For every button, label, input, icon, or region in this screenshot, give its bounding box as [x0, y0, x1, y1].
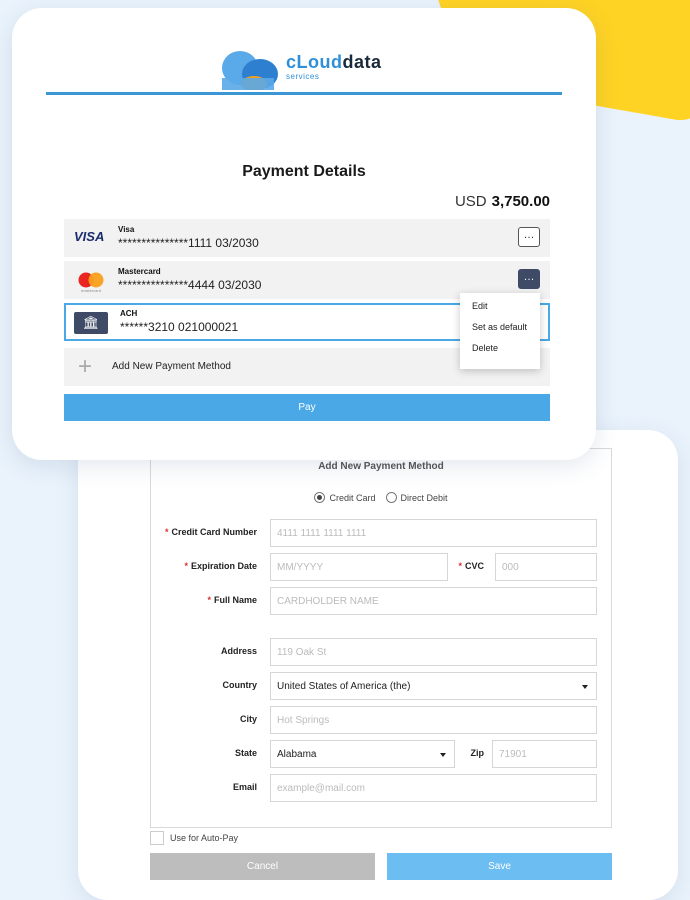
full-name-label: * Full Name	[207, 595, 257, 605]
radio-unselected-icon[interactable]	[385, 492, 397, 503]
expiration-row: * Expiration Date MM/YYYY * CVC 000	[151, 553, 611, 581]
save-button[interactable]: Save	[387, 853, 612, 880]
country-row: Country United States of America (the)	[151, 672, 611, 700]
payment-method-context-menu: Edit Set as default Delete	[460, 293, 540, 369]
radio-selected-icon[interactable]	[314, 492, 326, 503]
chevron-down-icon	[582, 685, 588, 689]
payment-method-detail: ***************1111 03/2030	[118, 236, 259, 250]
chevron-down-icon	[440, 753, 446, 757]
header-divider	[46, 92, 562, 95]
state-select[interactable]: Alabama	[270, 740, 455, 768]
full-name-input[interactable]: CARDHOLDER NAME	[270, 587, 597, 615]
zip-input[interactable]: 71901	[492, 740, 597, 768]
radio-direct-debit[interactable]: Direct Debit	[385, 492, 448, 503]
radio-direct-debit-label: Direct Debit	[400, 492, 448, 503]
plus-icon: +	[78, 353, 93, 380]
card-number-label: * Credit Card Number	[164, 527, 257, 537]
zip-label: Zip	[470, 748, 485, 758]
email-label: Email	[232, 782, 257, 792]
country-select[interactable]: United States of America (the)	[270, 672, 597, 700]
logo-subtitle: services	[286, 72, 320, 81]
menu-item-delete[interactable]: Delete	[472, 343, 540, 364]
currency-label: USD	[454, 193, 487, 210]
visa-logo: VISA	[74, 229, 105, 244]
logo-wordmark: cLouddata	[286, 52, 382, 72]
svg-text:mastercard: mastercard	[81, 289, 101, 293]
full-name-row: * Full Name CARDHOLDER NAME	[151, 587, 611, 615]
expiration-label: * Expiration Date	[184, 561, 257, 571]
payment-amount: USD 3,750.00	[455, 193, 550, 210]
radio-credit-card[interactable]: Credit Card	[314, 492, 376, 503]
cvc-label: * CVC	[458, 561, 484, 571]
pay-button[interactable]: Pay	[64, 394, 550, 421]
payment-method-name: ACH	[120, 309, 138, 318]
autopay-label: Use for Auto-Pay	[170, 833, 239, 843]
page-title: Payment Details	[242, 163, 366, 180]
radio-credit-card-label: Credit Card	[329, 492, 376, 503]
cancel-button[interactable]: Cancel	[150, 853, 375, 880]
city-label: City	[239, 714, 257, 724]
more-options-button[interactable]: …	[518, 269, 540, 289]
payment-method-detail: ******3210 021000021	[120, 320, 239, 334]
menu-item-set-default[interactable]: Set as default	[472, 322, 540, 343]
payment-method-name: Mastercard	[118, 267, 161, 276]
payment-details-card: cLouddata services Payment Details USD 3,…	[12, 8, 596, 460]
state-label: State	[234, 748, 257, 758]
state-row: State Alabama Zip 71901	[151, 740, 611, 768]
email-row: Email example@mail.com	[151, 774, 611, 802]
autopay-checkbox-row[interactable]: Use for Auto-Pay	[150, 831, 238, 845]
city-input[interactable]: Hot Springs	[270, 706, 597, 734]
address-label: Address	[220, 646, 257, 656]
clouddata-logo: cLouddata services	[216, 44, 406, 94]
payment-method-name: Visa	[118, 225, 135, 234]
address-input[interactable]: 119 Oak St	[270, 638, 597, 666]
card-number-input[interactable]: 4111 1111 1111 1111	[270, 519, 597, 547]
autopay-checkbox[interactable]	[150, 831, 164, 845]
payment-method-visa[interactable]: VISA Visa ***************1111 03/2030 …	[64, 219, 550, 257]
address-row: Address 119 Oak St	[151, 638, 611, 666]
amount-value: 3,750.00	[491, 193, 550, 210]
payment-method-detail: ***************4444 03/2030	[118, 278, 262, 292]
form-title: Add New Payment Method	[318, 461, 444, 472]
cvc-input[interactable]: 000	[495, 553, 597, 581]
country-value: United States of America (the)	[277, 681, 411, 692]
email-input[interactable]: example@mail.com	[270, 774, 597, 802]
bank-icon: 🏛	[74, 312, 108, 334]
cloud-logo-icon	[222, 51, 278, 92]
more-options-button[interactable]: …	[518, 227, 540, 247]
add-payment-form: Add New Payment Method Credit Card Direc…	[150, 448, 612, 828]
expiration-input[interactable]: MM/YYYY	[270, 553, 448, 581]
add-payment-method-label: Add New Payment Method	[112, 361, 231, 372]
city-row: City Hot Springs	[151, 706, 611, 734]
payment-type-radio-group: Credit Card Direct Debit	[151, 492, 611, 503]
card-number-row: * Credit Card Number 4111 1111 1111 1111	[151, 519, 611, 547]
country-label: Country	[222, 680, 258, 690]
state-value: Alabama	[277, 749, 317, 760]
menu-item-edit[interactable]: Edit	[472, 301, 540, 322]
mastercard-logo: mastercard	[74, 271, 108, 293]
